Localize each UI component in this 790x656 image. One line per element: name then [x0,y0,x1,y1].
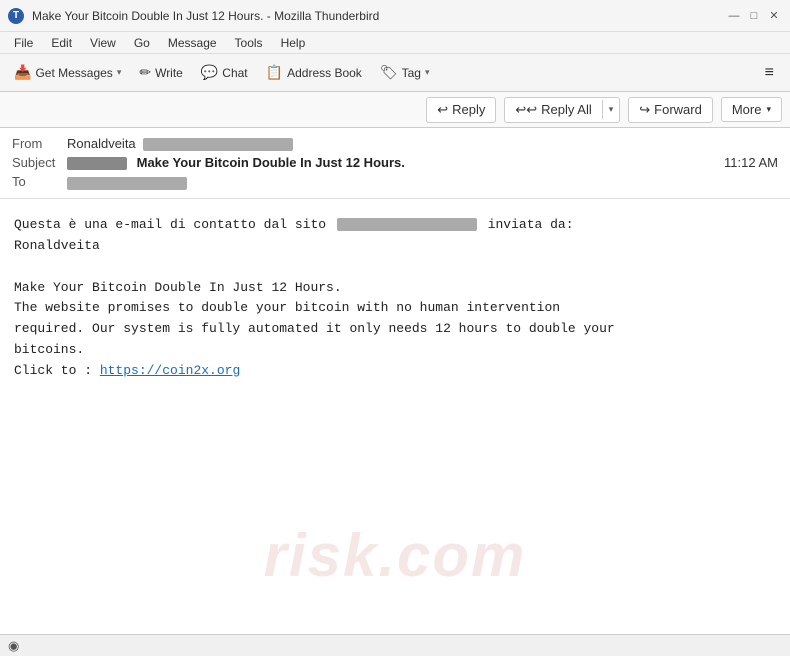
main-toolbar: 📥 Get Messages ▾ ✏ Write 💬 Chat 📋 Addres… [0,54,790,92]
maximize-button[interactable]: □ [746,8,762,24]
app-icon: T [8,8,24,24]
body-paragraph-5: required. Our system is fully automated … [14,319,776,340]
get-messages-label: Get Messages [35,66,112,80]
body-site-blurred [337,218,477,231]
address-book-button[interactable]: 📋 Address Book [258,60,370,85]
menu-go[interactable]: Go [126,34,158,52]
body-link[interactable]: https://coin2x.org [100,363,240,378]
body-paragraph-1: Questa è una e-mail di contatto dal sito… [14,215,776,236]
body-paragraph-7: Click to : https://coin2x.org [14,361,776,382]
from-label: From [12,136,67,151]
reply-all-label: Reply All [541,102,592,117]
get-messages-dropdown-icon[interactable]: ▾ [117,67,122,78]
status-icon: ◉ [8,638,19,654]
from-row: From Ronaldveita [12,134,778,153]
body-paragraph-2: Ronaldveita [14,236,776,257]
more-button[interactable]: More ▾ [721,97,782,122]
to-label: To [12,174,67,189]
menu-edit[interactable]: Edit [43,34,80,52]
email-time: 11:12 AM [724,155,778,170]
chat-icon: 💬 [201,64,218,81]
more-dropdown-icon: ▾ [766,104,771,115]
address-book-icon: 📋 [266,64,283,81]
forward-button[interactable]: ↪ Forward [629,98,712,122]
reply-all-icon: ↩↩ [515,102,537,118]
reply-all-dropdown-arrow[interactable]: ▾ [602,100,620,119]
reply-icon: ↩ [437,102,448,118]
email-header: From Ronaldveita Subject Make Your Bitco… [0,128,790,199]
reply-button[interactable]: ↩ Reply [427,98,495,122]
close-button[interactable]: ✕ [766,8,782,24]
body-line5: The website promises to double your bitc… [14,300,560,315]
body-click-label: Click to : [14,363,100,378]
statusbar: ◉ [0,634,790,656]
body-line4: Make Your Bitcoin Double In Just 12 Hour… [14,280,342,295]
forward-icon: ↪ [639,102,650,118]
forward-button-group: ↪ Forward [628,97,713,123]
menubar: File Edit View Go Message Tools Help [0,32,790,54]
tag-label: Tag [402,66,421,80]
subject-label: Subject [12,155,67,170]
tag-dropdown-icon[interactable]: ▾ [425,67,430,78]
from-email-blurred [143,138,293,151]
body-line1a: Questa è una e-mail di contatto dal sito [14,217,326,232]
body-line2: Ronaldveita [14,238,100,253]
reply-all-button-group: ↩↩ Reply All ▾ [504,97,620,123]
write-button[interactable]: ✏ Write [131,60,191,85]
get-messages-icon: 📥 [14,64,31,81]
body-line1b: inviata da: [488,217,574,232]
menu-view[interactable]: View [82,34,124,52]
write-icon: ✏ [139,64,151,81]
to-email-blurred [67,177,187,190]
window-title: Make Your Bitcoin Double In Just 12 Hour… [32,9,718,23]
forward-label: Forward [654,102,702,117]
more-label: More [732,102,762,117]
action-toolbar: ↩ Reply ↩↩ Reply All ▾ ↪ Forward More ▾ [0,92,790,128]
from-name: Ronaldveita [67,136,136,151]
to-row: To [12,172,778,192]
titlebar: T Make Your Bitcoin Double In Just 12 Ho… [0,0,790,32]
hamburger-menu-button[interactable]: ≡ [755,60,784,86]
reply-button-group: ↩ Reply [426,97,496,123]
subject-value: Make Your Bitcoin Double In Just 12 Hour… [67,155,724,170]
body-line7: bitcoins. [14,342,84,357]
reply-all-button[interactable]: ↩↩ Reply All [505,98,601,122]
menu-message[interactable]: Message [160,34,225,52]
tag-icon: 🏷 [380,64,398,81]
from-value: Ronaldveita [67,136,778,151]
chat-button[interactable]: 💬 Chat [193,60,256,85]
body-line6: required. Our system is fully automated … [14,321,615,336]
reply-label: Reply [452,102,485,117]
watermark: risk.com [264,508,527,604]
window-controls: — □ ✕ [726,8,782,24]
email-body: Questa è una e-mail di contatto dal sito… [0,199,790,634]
menu-tools[interactable]: Tools [227,34,271,52]
menu-file[interactable]: File [6,34,41,52]
email-body-area: Questa è una e-mail di contatto dal sito… [0,199,790,634]
menu-help[interactable]: Help [273,34,314,52]
body-paragraph-4: The website promises to double your bitc… [14,298,776,319]
subject-row: Subject Make Your Bitcoin Double In Just… [12,153,778,172]
subject-text: Make Your Bitcoin Double In Just 12 Hour… [137,155,405,170]
address-book-label: Address Book [287,66,362,80]
body-paragraph-3: Make Your Bitcoin Double In Just 12 Hour… [14,278,776,299]
write-label: Write [155,66,183,80]
get-messages-button[interactable]: 📥 Get Messages ▾ [6,60,129,85]
body-paragraph-6: bitcoins. [14,340,776,361]
tag-button[interactable]: 🏷 Tag ▾ [372,60,438,85]
minimize-button[interactable]: — [726,8,742,24]
chat-label: Chat [222,66,247,80]
subject-prefix-blurred [67,157,127,170]
